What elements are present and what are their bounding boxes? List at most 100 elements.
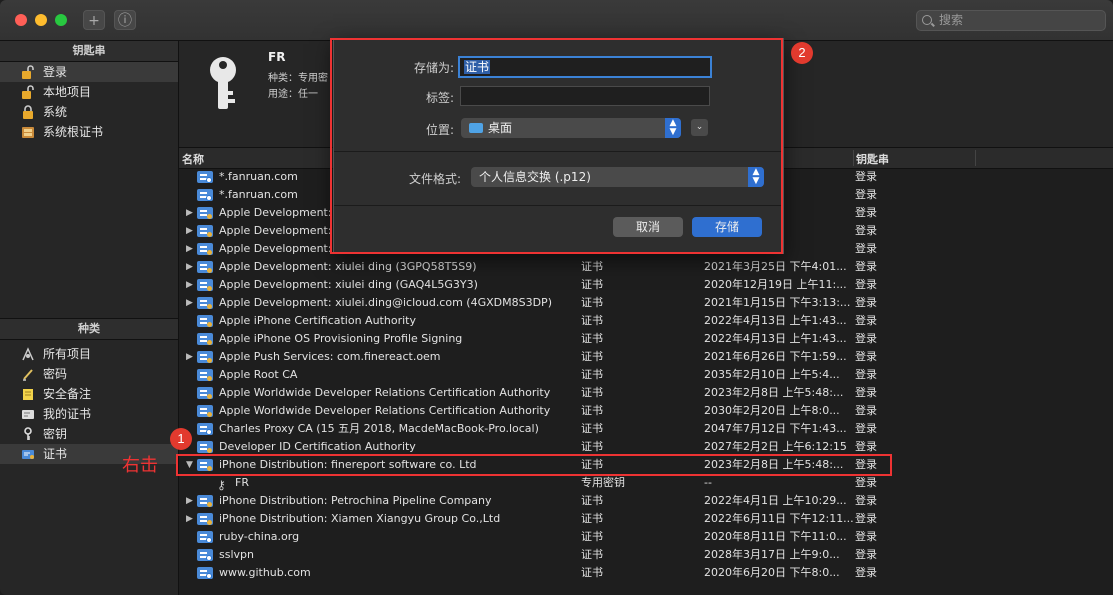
table-row[interactable]: Apple Worldwide Developer Relations Cert…	[179, 402, 1113, 420]
table-row[interactable]: sslvpn 证书 2028年3月17日 上午9:0... 登录	[179, 546, 1113, 564]
certificate-icon	[197, 297, 213, 309]
table-row[interactable]: Apple Root CA 证书 2035年2月10日 上午5:4... 登录	[179, 366, 1113, 384]
disclosure-closed-icon[interactable]: ▶	[186, 204, 193, 222]
zoom-window-button[interactable]	[55, 14, 67, 26]
row-kind: 证书	[581, 260, 603, 273]
row-keychain: 登录	[855, 530, 877, 543]
my-cert-icon	[22, 410, 34, 419]
table-row[interactable]: ▶ Apple Push Services: com.finereact.oem 证…	[179, 348, 1113, 366]
row-kind: 证书	[581, 368, 603, 381]
row-expiry: 2047年7月12日 下午1:43...	[704, 422, 847, 435]
sidebar-item-all-items[interactable]: 所有项目	[0, 344, 178, 364]
disclosure-closed-icon[interactable]: ▶	[186, 258, 193, 276]
certificate-trusted-icon	[197, 189, 213, 201]
table-row[interactable]: ▶ Apple Development: xiulei ding (GAQ4L5G…	[179, 276, 1113, 294]
table-row[interactable]: www.github.com 证书 2020年6月20日 下午8:0... 登录	[179, 564, 1113, 582]
column-divider[interactable]	[975, 150, 976, 166]
row-expiry: 2020年8月11日 下午11:0...	[704, 530, 847, 543]
table-row[interactable]: Apple iPhone OS Provisioning Profile Sig…	[179, 330, 1113, 348]
row-name: *.fanruan.com	[219, 170, 298, 183]
column-name-header[interactable]: 名称	[182, 151, 204, 167]
certificate-icon	[22, 450, 34, 459]
search-input[interactable]: 搜索	[916, 10, 1106, 31]
row-kind: 证书	[581, 386, 603, 399]
sidebar-item-local-items[interactable]: 本地项目	[0, 82, 178, 102]
table-row[interactable]: ▶ iPhone Distribution: Petrochina Pipelin…	[179, 492, 1113, 510]
sidebar-item-label: 安全备注	[43, 387, 92, 401]
row-name: Apple Development: x	[219, 242, 342, 255]
minimize-window-button[interactable]	[35, 14, 47, 26]
row-expiry: 2035年2月10日 上午5:4...	[704, 368, 840, 381]
category-header: 种类	[0, 318, 178, 340]
row-keychain: 登录	[855, 242, 877, 255]
row-keychain: 登录	[855, 476, 877, 489]
column-keychain-header[interactable]: 钥匙串	[856, 151, 889, 167]
row-keychain: 登录	[855, 512, 877, 525]
sidebar-item-label: 密钥	[43, 427, 68, 441]
disclosure-closed-icon[interactable]: ▶	[186, 294, 193, 312]
sidebar-item-system-roots[interactable]: 系统根证书	[0, 122, 178, 142]
disclosure-closed-icon[interactable]: ▶	[186, 240, 193, 258]
row-expiry: 2022年6月11日 下午12:11...	[704, 512, 854, 525]
search-icon	[922, 15, 932, 25]
note-icon	[23, 389, 33, 400]
item-title: FR	[268, 50, 286, 64]
sidebar-item-passwords[interactable]: 密码	[0, 364, 178, 384]
table-row[interactable]: ⚷ FR 专用密钥 -- 登录	[179, 474, 1113, 492]
sidebar-item-keys[interactable]: 密钥	[0, 424, 178, 444]
sidebar-item-my-certificates[interactable]: 我的证书	[0, 404, 178, 424]
certificate-icon	[197, 387, 213, 399]
table-row[interactable]: Apple Worldwide Developer Relations Cert…	[179, 384, 1113, 402]
table-row[interactable]: ▶ Apple Development: xiulei.ding@icloud.c…	[179, 294, 1113, 312]
table-row[interactable]: ruby-china.org 证书 2020年8月11日 下午11:0... 登录	[179, 528, 1113, 546]
sidebar-item-secure-notes[interactable]: 安全备注	[0, 384, 178, 404]
row-keychain: 登录	[855, 566, 877, 579]
certificate-icon	[197, 495, 213, 507]
disclosure-closed-icon[interactable]: ▶	[186, 492, 193, 510]
row-kind: 证书	[581, 314, 603, 327]
row-expiry: --	[704, 476, 712, 489]
add-button[interactable]: +	[83, 10, 105, 30]
close-window-button[interactable]	[15, 14, 27, 26]
row-name: Apple Development: xiulei ding (3GPQ58T5…	[219, 260, 477, 273]
table-row[interactable]: Apple iPhone Certification Authority 证书 20…	[179, 312, 1113, 330]
row-kind: 证书	[581, 296, 603, 309]
row-name: Charles Proxy CA (15 五月 2018, MacdeMacBo…	[219, 422, 539, 435]
category-section: 种类 所有项目 密码 安全备注 我的证书 密钥 证书	[0, 318, 178, 464]
table-row[interactable]: ▶ Apple Development: xiulei ding (3GPQ58T…	[179, 258, 1113, 276]
disclosure-closed-icon[interactable]: ▶	[186, 276, 193, 294]
certificate-trusted-icon	[197, 567, 213, 579]
disclosure-closed-icon[interactable]: ▶	[186, 348, 193, 366]
annotation-badge-2: 2	[791, 42, 813, 64]
row-kind: 证书	[581, 548, 603, 561]
sidebar-item-system[interactable]: 系统	[0, 102, 178, 122]
certificate-icon	[197, 207, 213, 219]
row-name: Apple iPhone OS Provisioning Profile Sig…	[219, 332, 463, 345]
sidebar-item-login[interactable]: 登录	[0, 62, 178, 82]
info-button[interactable]: ⓘ	[114, 10, 136, 30]
disclosure-closed-icon[interactable]: ▶	[186, 222, 193, 240]
row-name: Apple Development: xiulei ding (GAQ4L5G3…	[219, 278, 478, 291]
column-divider[interactable]	[853, 150, 854, 166]
table-row[interactable]: ▶ iPhone Distribution: Xiamen Xiangyu Gro…	[179, 510, 1113, 528]
row-name: Apple Development: I	[219, 206, 339, 219]
table-row[interactable]: Charles Proxy CA (15 五月 2018, MacdeMacBo…	[179, 420, 1113, 438]
all-items-icon	[22, 347, 34, 361]
certificate-icon	[197, 315, 213, 327]
cabinet-icon	[22, 127, 34, 138]
row-name: FR	[235, 476, 249, 489]
certificate-trusted-icon	[197, 171, 213, 183]
row-expiry: 2020年6月20日 下午8:0...	[704, 566, 840, 579]
row-name: Apple Root CA	[219, 368, 298, 381]
keychain-window: + ⓘ 搜索 钥匙串 登录 本地项目 系统 系统根证书 种类 所有项目 密码 安…	[0, 0, 1113, 595]
disclosure-closed-icon[interactable]: ▶	[186, 510, 193, 528]
key-large-icon	[210, 57, 236, 109]
item-kind: 种类：专用密	[268, 73, 328, 84]
row-kind: 证书	[581, 422, 603, 435]
row-kind: 证书	[581, 278, 603, 291]
row-keychain: 登录	[855, 386, 877, 399]
certificate-trusted-icon	[197, 549, 213, 561]
certificate-icon	[197, 441, 213, 453]
row-expiry: 2022年4月1日 上午10:29...	[704, 494, 847, 507]
row-keychain: 登录	[855, 170, 877, 183]
